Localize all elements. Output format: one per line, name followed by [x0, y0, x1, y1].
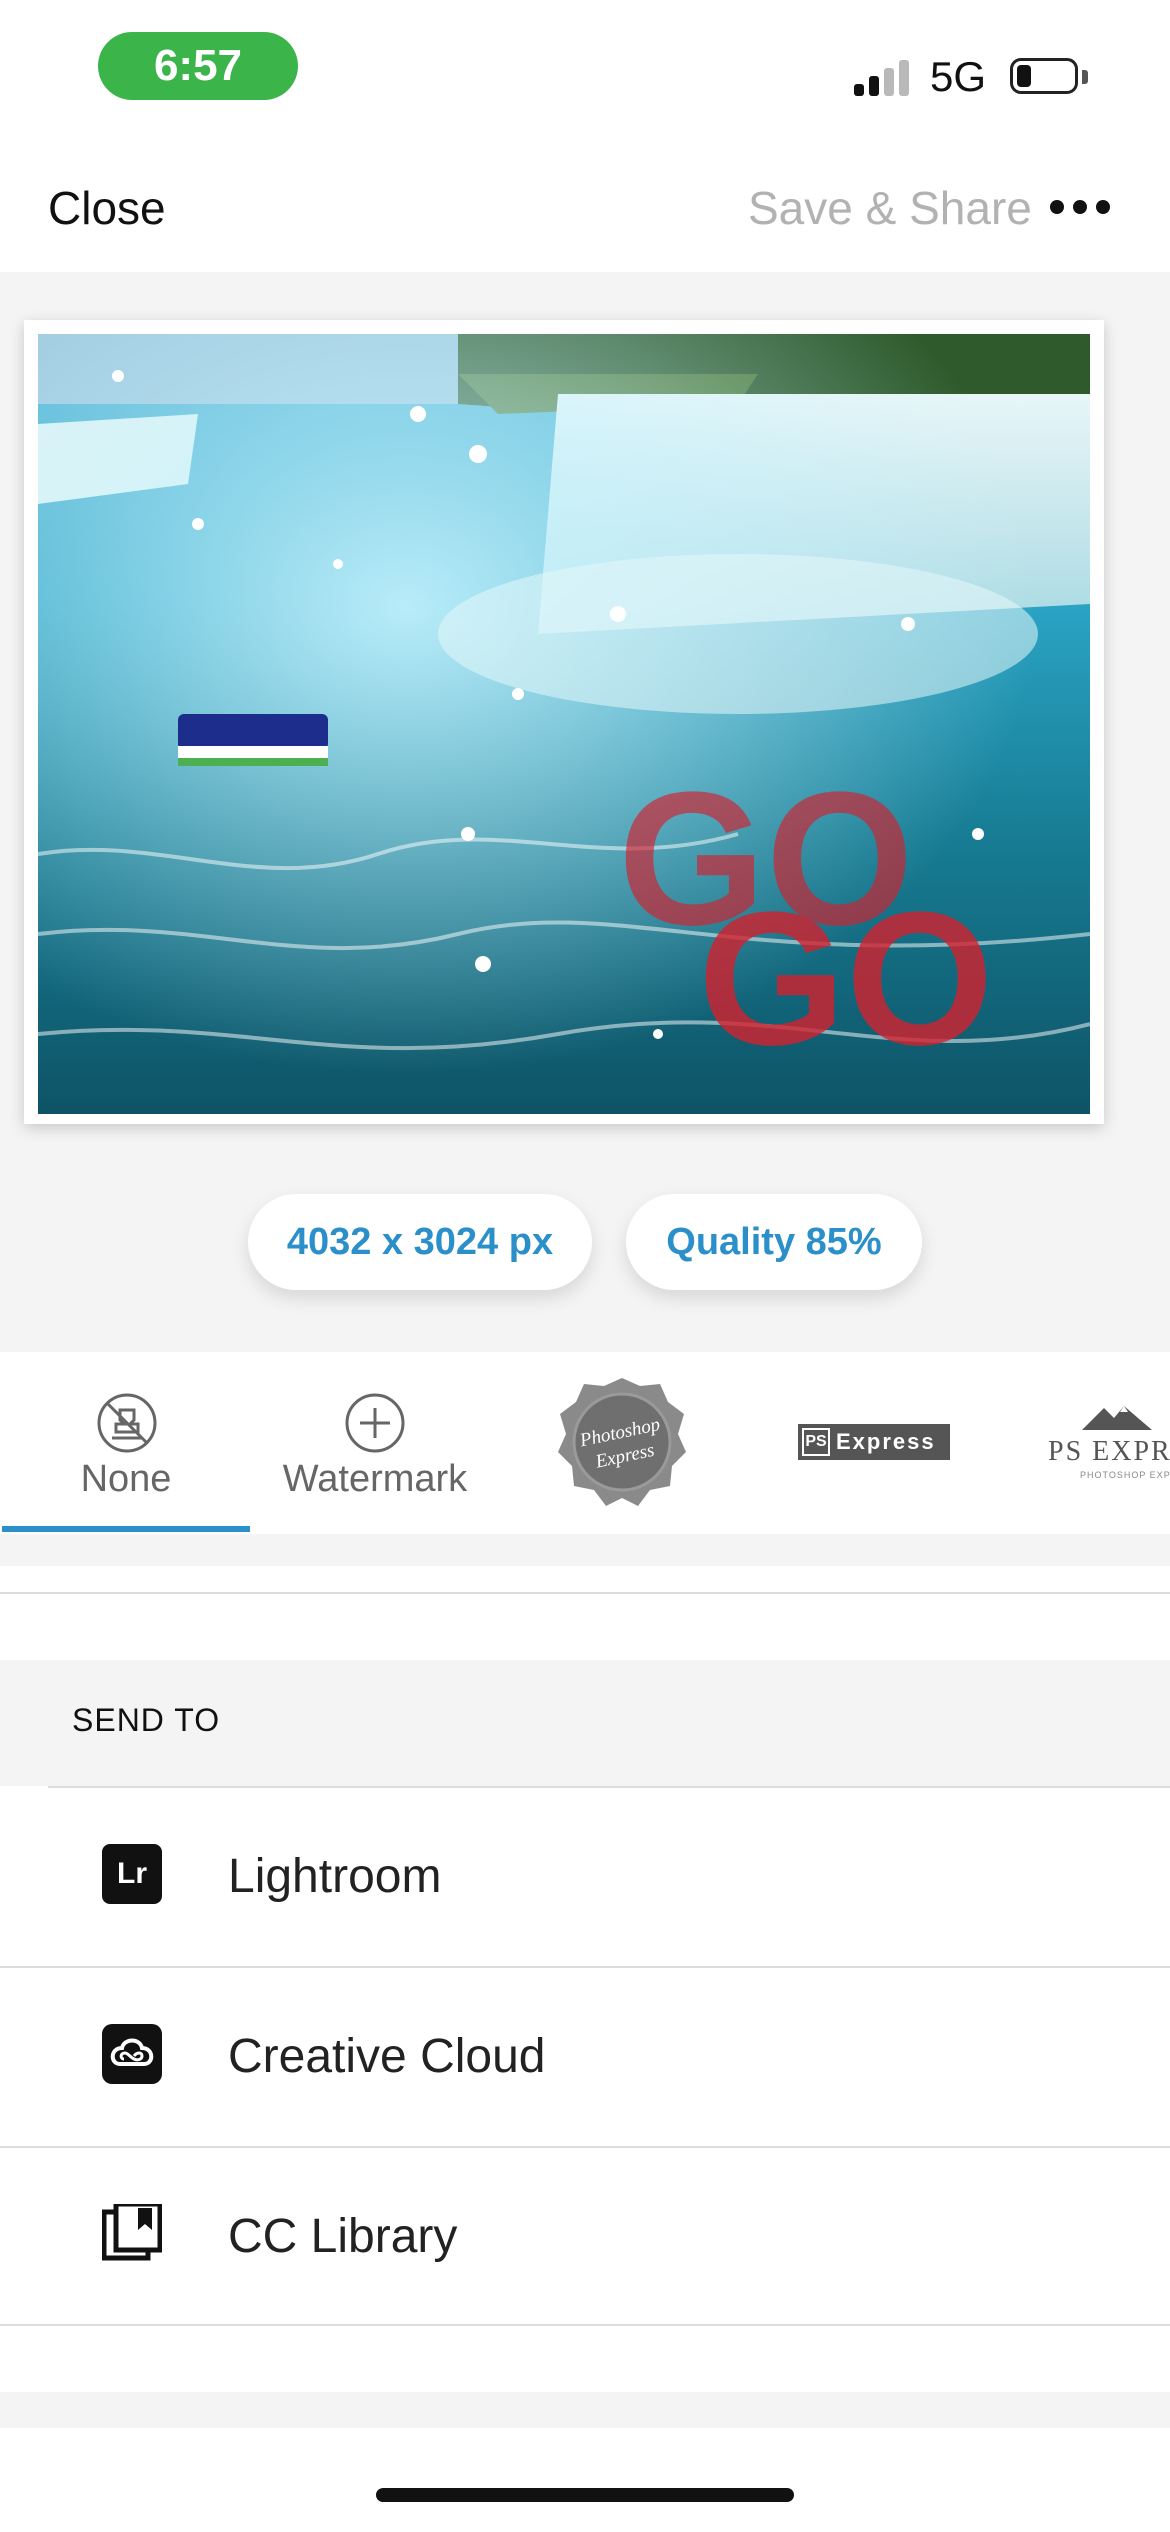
- selected-indicator: [2, 1526, 250, 1532]
- photo-frame: GO GO: [24, 320, 1104, 1124]
- plus-circle-icon: [345, 1393, 405, 1453]
- ps-logo-mark: PS: [802, 1428, 830, 1456]
- home-indicator[interactable]: [376, 2488, 794, 2502]
- overlay-text-2: GO: [698, 873, 994, 1085]
- close-button[interactable]: Close: [48, 180, 166, 236]
- quality-button[interactable]: Quality 85%: [626, 1194, 922, 1290]
- watermark-none[interactable]: None: [2, 1354, 250, 1534]
- mountain-icon: [1082, 1406, 1152, 1430]
- cc-library-label: CC Library: [228, 2210, 458, 2263]
- send-to-label: SEND TO: [72, 1702, 221, 1738]
- send-to-cc-library[interactable]: CC Library: [0, 2148, 1170, 2326]
- watermark-none-label: None: [80, 1458, 172, 1500]
- send-to-creative-cloud[interactable]: Creative Cloud: [0, 1968, 1170, 2146]
- top-bar: Close Save & Share: [0, 140, 1170, 270]
- lightroom-label: Lightroom: [228, 1850, 442, 1903]
- status-time: 6:57: [98, 32, 298, 100]
- bottom-band: [0, 2392, 1170, 2428]
- ps-logo-word: Express: [836, 1429, 936, 1454]
- preview-area: GO GO 4032 x 3024 px Quality 85%: [0, 272, 1170, 1352]
- divider: [0, 2324, 1170, 2326]
- creative-cloud-icon: [102, 2024, 162, 2084]
- image-size-button[interactable]: 4032 x 3024 px: [248, 1194, 592, 1290]
- watermark-ps-express[interactable]: PS Express: [798, 1354, 952, 1534]
- battery-icon: [1010, 58, 1078, 94]
- send-to-header: SEND TO: [0, 1660, 1170, 1786]
- status-bar: 6:57 5G: [0, 0, 1170, 140]
- creative-cloud-label: Creative Cloud: [228, 2030, 546, 2083]
- mountain-logo-word: PS EXPRE: [1048, 1436, 1170, 1467]
- more-dots-icon[interactable]: [1050, 200, 1110, 214]
- ps-express-logo: PS Express: [798, 1424, 950, 1460]
- lightroom-icon: Lr: [102, 1844, 162, 1904]
- stamp-icon: [97, 1393, 157, 1453]
- photoshop-express-badge: Photoshop Express: [558, 1378, 686, 1506]
- divider: [0, 1592, 1170, 1594]
- battery-cap: [1082, 70, 1088, 84]
- cc-library-icon: [102, 2204, 162, 2261]
- separator-band: [0, 1534, 1170, 1566]
- watermark-add-label: Watermark: [282, 1458, 468, 1500]
- boat: [178, 714, 328, 766]
- mountain-logo-subtitle: PHOTOSHOP EXPRESS: [1080, 1470, 1170, 1480]
- send-to-lightroom[interactable]: Lr Lightroom: [0, 1788, 1170, 1966]
- lightroom-icon-text: Lr: [117, 1857, 147, 1890]
- signal-bars-icon: [854, 56, 912, 96]
- save-share-button[interactable]: Save & Share: [748, 180, 1032, 236]
- watermark-add[interactable]: Watermark: [270, 1354, 480, 1534]
- watermark-ps-express-mountain[interactable]: PS EXPRE PHOTOSHOP EXPRESS: [1040, 1354, 1170, 1534]
- watermark-badge[interactable]: Photoshop Express: [556, 1354, 696, 1534]
- network-label: 5G: [930, 53, 987, 100]
- watermark-strip: None Watermark Photoshop Express PS Expr…: [0, 1354, 1170, 1534]
- photo-preview[interactable]: GO GO: [38, 334, 1090, 1114]
